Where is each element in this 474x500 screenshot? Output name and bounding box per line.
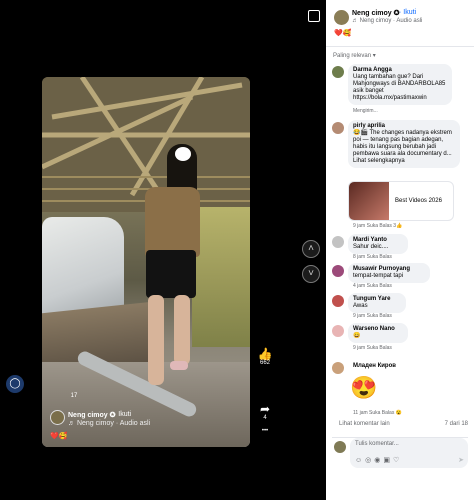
share-action[interactable]: ➦ 4 <box>256 403 274 421</box>
avatar[interactable] <box>332 66 344 78</box>
composer-tools[interactable]: ☺◎◉▣♡ <box>355 456 402 464</box>
like-count: 662 <box>259 360 270 366</box>
comment-bubble: Tungum Yare Awas <box>348 293 406 313</box>
comment-input[interactable]: Tulis komentar... ☺◎◉▣♡ ➤ <box>350 438 468 468</box>
emoji-reaction: 😍 <box>350 375 378 400</box>
comment-composer: Tulis komentar... ☺◎◉▣♡ ➤ <box>332 437 468 468</box>
person-shoe <box>170 361 188 370</box>
comment-meta: 11 jam Suka Balas 😮 <box>353 410 402 416</box>
comment-count-label: 7 dari 18 <box>444 421 468 427</box>
comment-meta: 4 jam Suka Balas <box>353 283 392 289</box>
avatar <box>334 441 346 453</box>
comment-bubble: pirly aprilia 😂🎬 The changes nadanya eks… <box>348 120 460 168</box>
avatar[interactable] <box>332 362 344 374</box>
rice-field <box>192 207 250 347</box>
thumbs-up-icon: 👍 <box>257 347 273 361</box>
share-icon: ➦ <box>259 402 271 416</box>
chevron-up-icon: ˄ <box>308 243 314 254</box>
more-icon: ••• <box>261 428 269 434</box>
avatar[interactable] <box>332 122 344 134</box>
avatar[interactable] <box>332 265 344 277</box>
caption-emoji: ❤️🥰 <box>50 433 68 440</box>
avatar[interactable] <box>334 10 349 25</box>
avatar[interactable] <box>332 236 344 248</box>
comments-panel: Neng cimoy ✪ · Ikuti ♬ Neng cimoy · Audi… <box>326 0 474 500</box>
sort-dropdown[interactable]: Paling relevan ▾ <box>333 52 376 59</box>
avatar[interactable] <box>332 325 344 337</box>
audio-label[interactable]: ♬ Neng cimoy · Audio asli <box>68 420 150 427</box>
caption-emoji: ❤️🥰 <box>334 30 352 37</box>
chevron-down-icon: ˅ <box>308 268 314 279</box>
audio-label[interactable]: ♬ Neng cimoy · Audio asli <box>352 18 422 24</box>
next-video-button[interactable]: ˅ <box>302 265 320 283</box>
comment-meta: 9 jam Suka Balas <box>353 313 392 319</box>
hair-clip <box>175 147 191 161</box>
commenter-name[interactable]: Darma Angga <box>353 67 447 74</box>
person-leg <box>174 295 190 365</box>
view-more-comments-link[interactable]: Lihat komentar lain <box>339 421 390 427</box>
commenter-name[interactable]: Mardi Yanto <box>353 237 403 244</box>
comment-text: tempat-tempat tapi <box>353 273 404 279</box>
comment-text: 😄 <box>353 333 361 339</box>
expand-icon[interactable] <box>308 10 320 22</box>
previous-video-button[interactable]: ˄ <box>302 240 320 258</box>
comment-text: Awas <box>353 303 368 309</box>
comment-text: Uang tambahan gue? Dari Mahjongways di B… <box>353 74 446 101</box>
follow-link[interactable]: · Ikuti <box>114 411 131 418</box>
person-shorts <box>146 250 196 298</box>
comment-bubble: Warseno Nano 😄 <box>348 323 408 343</box>
video-attachment-card[interactable]: Best Videos 2026 <box>348 181 454 221</box>
commenter-name[interactable]: Warseno Nano <box>353 326 403 333</box>
comment-bubble: Musawir Purnoyang tempat-tempat tapi <box>348 263 430 283</box>
video-viewer: Neng cimoy ✪ · Ikuti ♬ Neng cimoy · Audi… <box>0 0 326 500</box>
comment-bubble: Младен Киров <box>348 360 406 373</box>
comment-meta: 9 jam Suka Balas <box>353 345 392 351</box>
avatar[interactable] <box>50 410 65 425</box>
attachment-title: Best Videos 2026 <box>395 198 442 204</box>
more-options-button[interactable]: ••• <box>256 428 274 434</box>
send-icon[interactable]: ➤ <box>458 456 464 464</box>
comment-meta: Mengirim... <box>353 108 378 114</box>
commenter-name[interactable]: pirly aprilia <box>353 123 455 130</box>
comment-meta: 8 jam Suka Balas <box>353 254 392 260</box>
like-action[interactable]: 👍 662 <box>256 348 274 366</box>
comment-text: 😂🎬 The changes nadanya ekstrem poi — ten… <box>353 130 452 164</box>
comment-count: 17 <box>70 393 78 399</box>
person-top <box>145 187 200 257</box>
input-placeholder: Tulis komentar... <box>355 441 399 447</box>
comment-icon: ◯ <box>6 375 24 393</box>
commenter-name[interactable]: Musawir Purnoyang <box>353 266 425 273</box>
person-leg <box>148 295 164 385</box>
share-count: 4 <box>263 415 267 421</box>
thumbnail <box>349 182 389 220</box>
commenter-name[interactable]: Младен Киров <box>353 363 401 370</box>
comment-meta: 9 jam Suka Balas 3👍 <box>353 223 403 229</box>
commenter-name[interactable]: Tungum Yare <box>353 296 401 303</box>
comment-bubble: Darma Angga Uang tambahan gue? Dari Mahj… <box>348 64 452 105</box>
follow-link[interactable]: · Ikuti <box>399 9 416 16</box>
comment-bubble: Mardi Yanto Sahur deic.... <box>348 234 408 254</box>
author-name[interactable]: Neng cimoy ✪ <box>352 9 400 17</box>
comment-text: Sahur deic.... <box>353 244 389 250</box>
comment-action[interactable]: ◯ 17 <box>6 375 142 399</box>
author-name[interactable]: Neng cimoy ✪ <box>68 411 116 419</box>
avatar[interactable] <box>332 295 344 307</box>
panel-header: Neng cimoy ✪ · Ikuti ♬ Neng cimoy · Audi… <box>326 0 474 47</box>
